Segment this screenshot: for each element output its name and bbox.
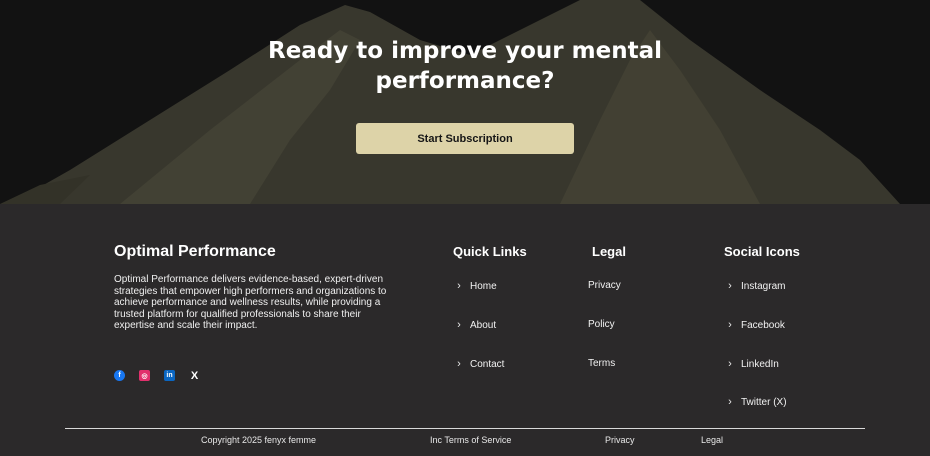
social-title: Social Icons [724,244,800,259]
legal-link-terms[interactable]: Terms [588,358,615,369]
chevron-right-icon: › [457,280,461,292]
social-link-instagram[interactable]: › Instagram [724,280,785,292]
mountain-illustration [0,0,900,204]
social-badges: f ◎ in X [114,370,200,382]
brand-description: Optimal Performance delivers evidence-ba… [114,274,387,331]
chevron-right-icon: › [457,358,461,370]
social-link-label: Facebook [741,319,785,331]
footer-divider [65,428,865,429]
copyright-text: Copyright 2025 fenyx femme [201,435,317,445]
quick-link-home[interactable]: › Home [453,280,497,292]
terms-of-service-link[interactable]: Inc Terms of Service [430,435,511,445]
social-link-label: LinkedIn [741,358,779,370]
social-link-label: Twitter (X) [741,396,787,408]
chevron-right-icon: › [728,396,732,408]
social-link-facebook[interactable]: › Facebook [724,319,785,331]
linkedin-icon[interactable]: in [164,370,175,381]
x-icon[interactable]: X [189,370,200,382]
legal-title: Legal [592,244,626,259]
legal-link-policy[interactable]: Policy [588,319,615,330]
chevron-right-icon: › [728,358,732,370]
quick-link-contact[interactable]: › Contact [453,358,504,370]
brand-title: Optimal Performance [114,243,276,260]
quick-link-about[interactable]: › About [453,319,496,331]
hero-section: Ready to improve your mental performance… [0,0,930,204]
start-subscription-button[interactable]: Start Subscription [356,123,574,154]
social-link-twitter[interactable]: › Twitter (X) [724,396,787,408]
footer: Optimal Performance Optimal Performance … [0,204,930,456]
quick-link-label: About [470,319,497,331]
bottom-privacy-link[interactable]: Privacy [605,435,635,445]
hero-title-line1: Ready to improve your mental [267,38,662,64]
chevron-right-icon: › [728,280,732,292]
hero-title-line2: performance? [375,68,555,94]
quick-link-label: Home [470,280,497,292]
chevron-right-icon: › [457,319,461,331]
quick-link-label: Contact [470,358,505,370]
quick-links-title: Quick Links [453,244,527,259]
chevron-right-icon: › [728,319,732,331]
social-link-linkedin[interactable]: › LinkedIn [724,358,779,370]
hero-title: Ready to improve your mental performance… [0,36,930,96]
social-link-label: Instagram [741,280,786,292]
facebook-icon[interactable]: f [114,370,125,381]
instagram-icon[interactable]: ◎ [139,370,150,381]
bottom-legal-link[interactable]: Legal [701,435,723,445]
legal-link-privacy[interactable]: Privacy [588,280,621,291]
